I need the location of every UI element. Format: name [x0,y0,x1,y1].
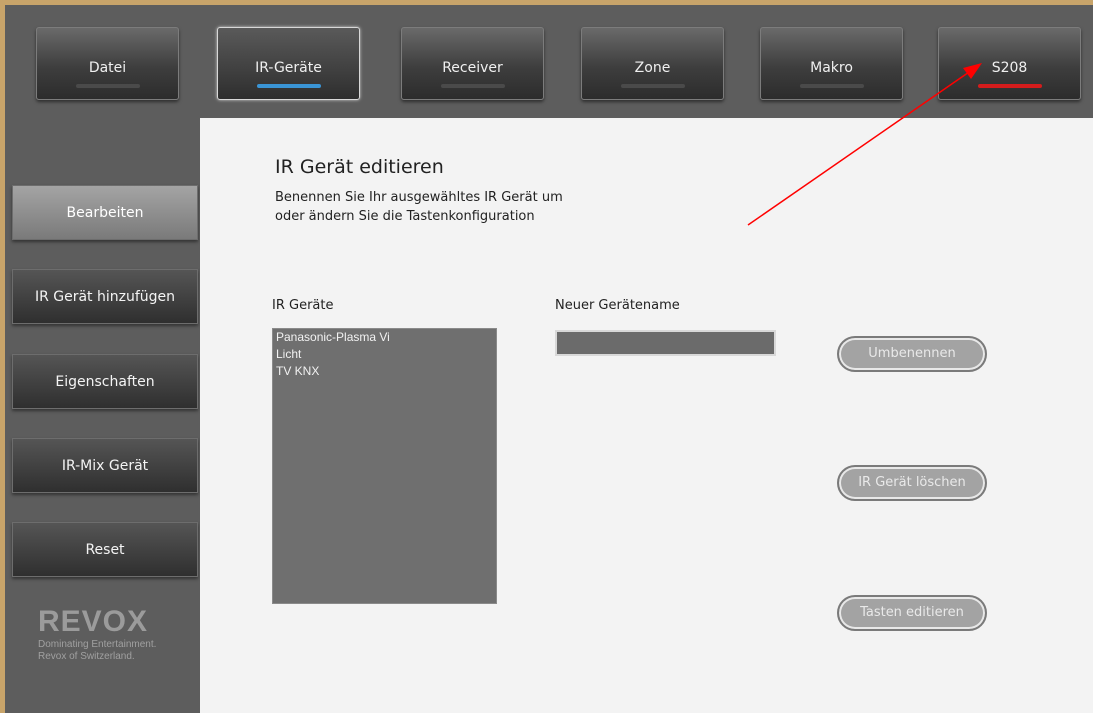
sidebar-item-reset[interactable]: Reset [12,522,198,577]
tab-receiver[interactable]: Receiver [401,27,544,100]
tab-makro[interactable]: Makro [760,27,903,100]
sidebar-item-ir-geraet-hinzufuegen[interactable]: IR Gerät hinzufügen [12,269,198,324]
edit-keys-button[interactable]: Tasten editieren [837,595,987,631]
logo-wordmark: REVOX [38,605,149,638]
app-window: Datei IR-Geräte Receiver Zone Makro S208… [5,5,1093,713]
page-title: IR Gerät editieren [275,156,444,178]
delete-device-button[interactable]: IR Gerät löschen [837,465,987,501]
tab-indicator [76,84,140,88]
sidebar-item-eigenschaften[interactable]: Eigenschaften [12,354,198,409]
tab-ir-geraete[interactable]: IR-Geräte [217,27,360,100]
logo-tagline: Dominating Entertainment. [38,639,157,650]
tab-s208[interactable]: S208 [938,27,1081,100]
tab-zone[interactable]: Zone [581,27,724,100]
tab-indicator [441,84,505,88]
tab-indicator [621,84,685,88]
sidebar-item-bearbeiten[interactable]: Bearbeiten [12,185,198,240]
main-panel: IR Gerät editieren Benennen Sie Ihr ausg… [200,118,1093,713]
page-description: Benennen Sie Ihr ausgewähltes IR Gerät u… [275,190,563,205]
sidebar-item-ir-mix-geraet[interactable]: IR-Mix Gerät [12,438,198,493]
new-device-name-input[interactable] [555,330,776,356]
device-list[interactable]: Panasonic-Plasma Vi Licht TV KNX [272,328,497,604]
device-list-label: IR Geräte [272,298,334,313]
list-item[interactable]: Panasonic-Plasma Vi [273,329,496,346]
new-name-label: Neuer Gerätename [555,298,680,313]
tab-indicator-active [257,84,321,88]
revox-logo: REVOX Dominating Entertainment. Revox of… [38,605,156,663]
list-item[interactable]: TV KNX [273,363,496,380]
tab-datei[interactable]: Datei [36,27,179,100]
tab-label: Zone [634,60,671,76]
logo-tagline: Revox of Switzerland. [38,651,135,662]
tab-label: Makro [810,60,853,76]
rename-button[interactable]: Umbenennen [837,336,987,372]
tab-label: Receiver [442,60,503,76]
page-description: oder ändern Sie die Tastenkonfiguration [275,209,535,224]
tab-indicator [800,84,864,88]
tab-indicator-alert [978,84,1042,88]
tab-label: IR-Geräte [255,60,322,76]
tab-label: S208 [991,60,1028,76]
list-item[interactable]: Licht [273,346,496,363]
tab-label: Datei [88,60,127,76]
